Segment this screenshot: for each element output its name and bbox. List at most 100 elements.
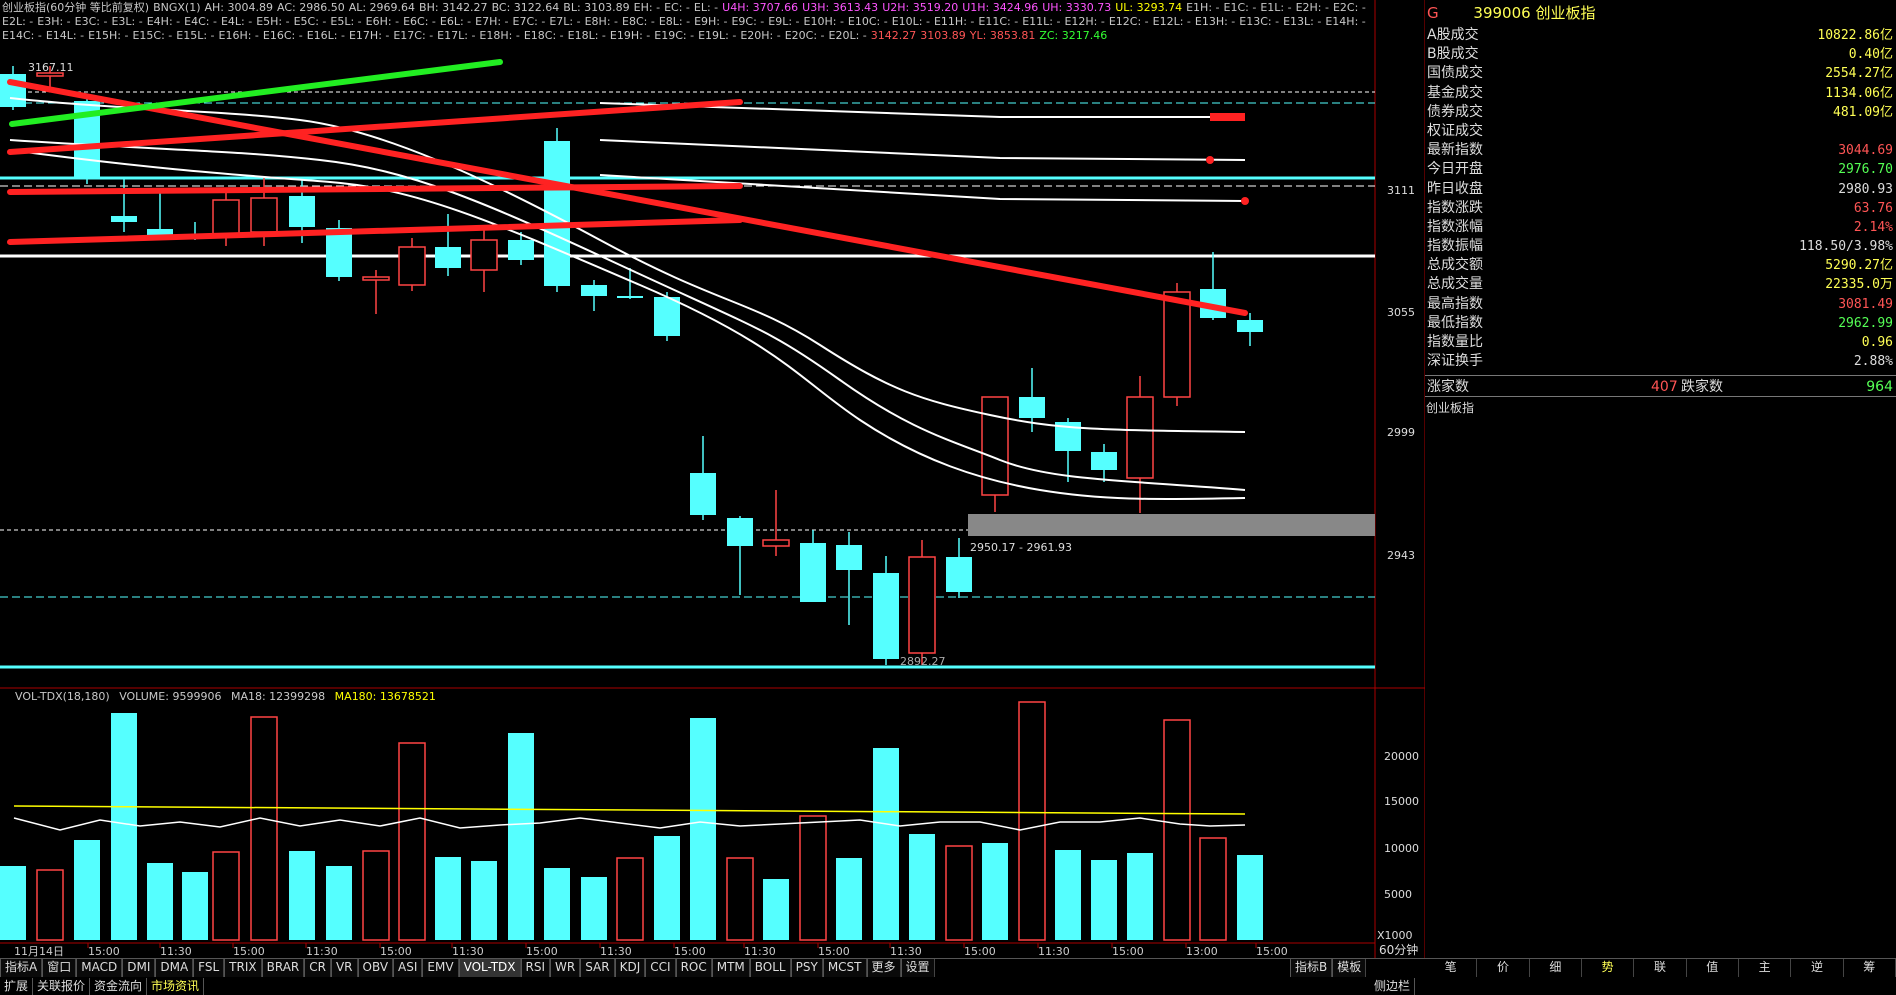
volume-indicator-name[interactable]: VOL-TDX(18,180) — [15, 690, 110, 703]
indicator-tab[interactable]: BOLL — [749, 959, 791, 977]
quote-footer-tab[interactable]: 主 — [1739, 959, 1792, 977]
quote-row-label: 最新指数 — [1427, 142, 1483, 159]
trend-line — [7, 217, 743, 245]
candle — [617, 268, 643, 299]
quote-footer-tab[interactable]: 逆 — [1791, 959, 1844, 977]
quote-footer-tab[interactable]: 值 — [1687, 959, 1739, 977]
indicator-tab[interactable]: RSI — [520, 959, 551, 977]
candle — [873, 556, 899, 665]
indicator-tab[interactable]: KDJ — [614, 959, 646, 977]
indicator-tab[interactable]: MCST — [822, 959, 867, 977]
sidebar-toggle[interactable]: 侧边栏 — [1370, 978, 1416, 995]
indicator-tab[interactable]: ROC — [675, 959, 712, 977]
indicator-tab[interactable]: PSY — [790, 959, 823, 977]
header-value: U2H: 3519.20 — [882, 1, 959, 14]
candle — [1237, 313, 1263, 346]
indicator-tab[interactable]: CCI — [645, 959, 676, 977]
indicator-tab[interactable]: WR — [550, 959, 581, 977]
indicator-tab[interactable]: BRAR — [261, 959, 305, 977]
quote-row-value: 2.88% — [1853, 354, 1893, 370]
header-value: E1H: - — [1186, 1, 1220, 14]
period-label[interactable]: 60分钟 — [1379, 941, 1418, 958]
volume-bar — [763, 879, 789, 940]
indicator-tab[interactable]: SAR — [580, 959, 615, 977]
quote-row: 最新指数 3044.69 — [1425, 141, 1896, 160]
quote-footer-tab[interactable]: 笔 — [1425, 959, 1478, 977]
quote-row-value: 2554.27亿 — [1825, 66, 1893, 82]
quote-footer-tab[interactable]: 筹 — [1844, 959, 1896, 977]
indicator-tab[interactable]: 指标A — [0, 959, 43, 977]
quote-row: 指数涨跌 63.76 — [1425, 199, 1896, 218]
low-price-label: 2892.27 — [900, 655, 946, 668]
indicator-tab[interactable]: DMI — [122, 959, 156, 977]
candle — [727, 516, 753, 595]
quote-row-label: B股成交 — [1427, 46, 1479, 63]
quote-footer-tab[interactable]: 细 — [1530, 959, 1582, 977]
indicator-tab[interactable]: DMA — [155, 959, 194, 977]
header-value: E8L: - — [658, 15, 691, 28]
indicator-tab[interactable]: 设置 — [900, 959, 935, 977]
indicator-tab[interactable]: MACD — [76, 959, 123, 977]
quote-footer-tabs: 笔价细势联值主逆筹 — [1425, 959, 1896, 977]
indicator-tab[interactable]: OBV — [357, 959, 394, 977]
quote-row-value: 2962.99 — [1838, 315, 1893, 331]
rise-label: 涨家数 — [1427, 379, 1469, 395]
header-value: E15L: - — [176, 29, 215, 42]
indicator-tab[interactable]: ASI — [393, 959, 423, 977]
time-axis-label: 15:00 — [674, 945, 706, 958]
quote-row-label: 指数涨幅 — [1427, 218, 1483, 235]
indicator-tab[interactable]: EMV — [422, 959, 459, 977]
header-value: E4C: - — [184, 15, 217, 28]
volume-axis-label: 10000 — [1384, 842, 1419, 855]
indicator-tab[interactable]: 窗口 — [42, 959, 77, 977]
indicator-tab[interactable]: CR — [304, 959, 331, 977]
footer-tab[interactable]: 关联报价 — [33, 978, 91, 995]
volume-bar — [289, 851, 315, 940]
indicator-tab-right[interactable]: 指标B — [1290, 959, 1333, 977]
candle — [690, 436, 716, 520]
header-value: E8H: - — [584, 15, 618, 28]
header-value: E6L: - — [439, 15, 472, 28]
header-value: E6H: - — [365, 15, 400, 28]
indicator-tab[interactable]: VOL-TDX — [458, 959, 521, 977]
header-value: BC: 3122.64 — [491, 1, 560, 14]
footer-right: 侧边栏 — [1370, 978, 1416, 995]
indicator-tab[interactable]: FSL — [193, 959, 225, 977]
main-chart[interactable]: 3167.11 2892.27 2950.17 - 2961.93 3111 3055 2… — [0, 0, 1425, 958]
quote-row-value: 3081.49 — [1838, 296, 1893, 312]
indicator-tab[interactable]: 更多 — [866, 959, 901, 977]
quote-row-label: A股成交 — [1427, 27, 1479, 43]
quote-footer-tab[interactable]: 势 — [1582, 959, 1635, 977]
quote-footer-tab[interactable]: 价 — [1477, 959, 1530, 977]
header-value: E4L: - — [220, 15, 253, 28]
quote-footer-tab[interactable]: 联 — [1634, 959, 1687, 977]
indicator-tab[interactable]: MTM — [711, 959, 750, 977]
volume-bar — [1127, 853, 1153, 940]
quote-row: 昨日收盘 2980.93 — [1425, 180, 1896, 199]
footer-tab[interactable]: 扩展 — [0, 978, 34, 995]
market-code-label: G — [1427, 4, 1439, 22]
header-value: E18H: - — [479, 29, 520, 42]
header-value: E16L: - — [306, 29, 345, 42]
header-value: E18L: - — [567, 29, 606, 42]
header-value: E12C: - — [1108, 15, 1149, 28]
header-value: BH: 3142.27 — [419, 1, 488, 14]
indicator-tab-right[interactable]: 模板 — [1332, 959, 1367, 977]
footer-tab[interactable]: 资金流向 — [90, 978, 148, 995]
header-value: UH: 3330.73 — [1042, 1, 1112, 14]
header-value: E7H: - — [475, 15, 509, 28]
candle — [544, 128, 570, 292]
trend-marker — [1206, 156, 1214, 164]
volume-bar — [1199, 837, 1227, 941]
quote-row-label: 基金成交 — [1427, 84, 1483, 101]
rise-count: 407 — [1651, 379, 1678, 395]
volume-bar — [250, 716, 278, 941]
header-value: E9C: - — [731, 15, 765, 28]
indicator-tab[interactable]: VR — [330, 959, 358, 977]
header-value: E4H: - — [146, 15, 181, 28]
volume-bar — [471, 861, 497, 940]
header-value: AL: 2969.64 — [348, 1, 416, 14]
footer-tab[interactable]: 市场资讯 — [147, 978, 205, 995]
indicator-tab[interactable]: TRIX — [224, 959, 262, 977]
quote-row-value: 3044.69 — [1838, 143, 1893, 159]
